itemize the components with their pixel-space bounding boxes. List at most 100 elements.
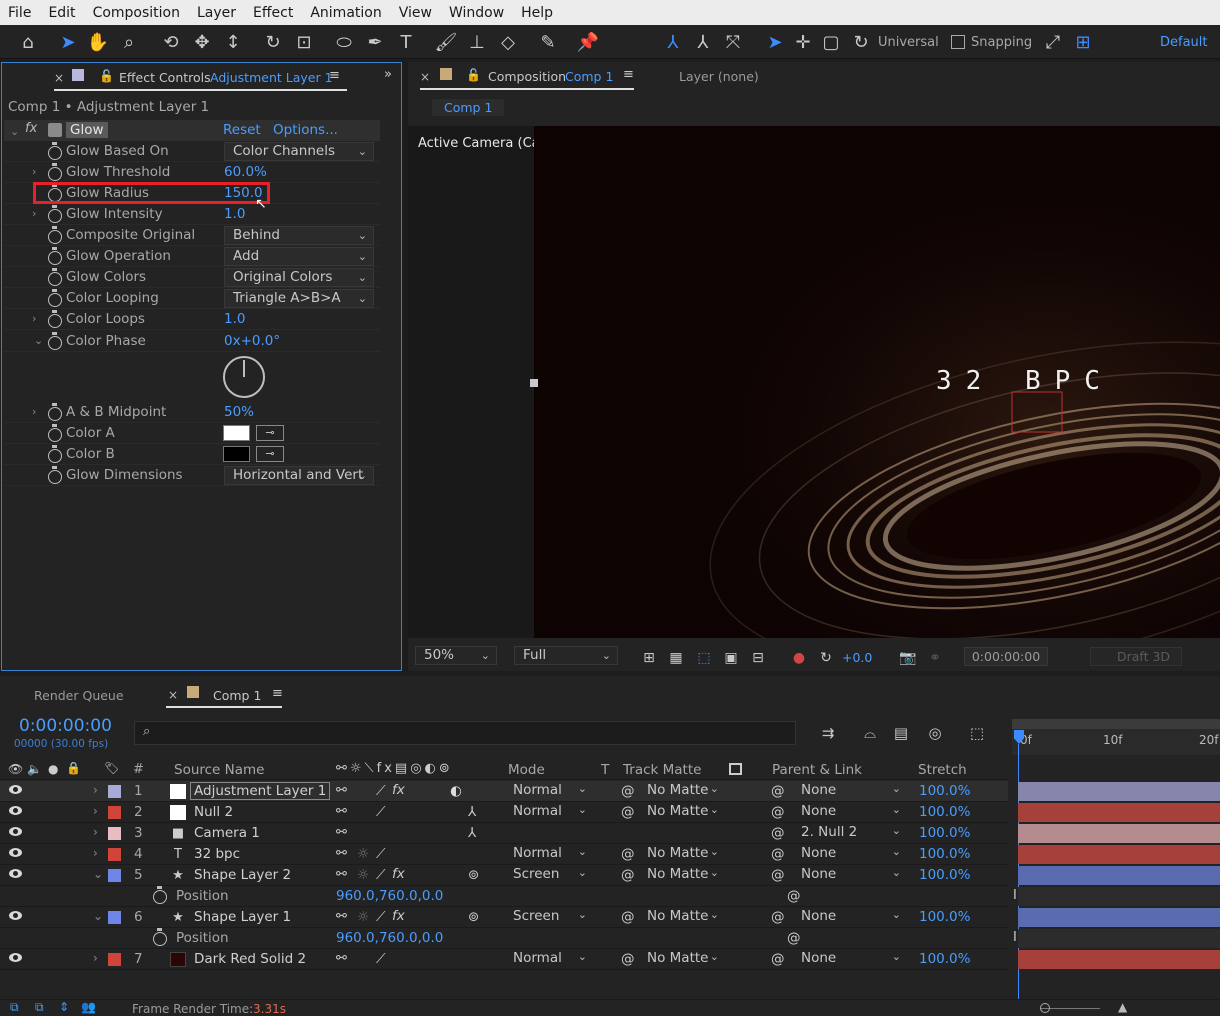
menu-layer[interactable]: Layer xyxy=(189,5,245,21)
snap-extend-icon[interactable]: ⤢ xyxy=(1040,29,1066,55)
parent-pickwhip-icon[interactable]: @ xyxy=(771,783,785,799)
render-queue-tab[interactable]: Render Queue xyxy=(34,688,124,703)
stretch-value[interactable]: 100.0% xyxy=(919,909,970,925)
layer-label-color[interactable] xyxy=(108,785,121,798)
chevron-right-icon[interactable]: › xyxy=(93,846,98,860)
parent-pickwhip-icon[interactable]: @ xyxy=(771,846,785,862)
matte-pickwhip-icon[interactable]: @ xyxy=(621,867,635,883)
layer-duration-bar[interactable] xyxy=(1018,950,1220,969)
comp-canvas[interactable]: 32 BPC xyxy=(534,126,1220,638)
stopwatch-icon[interactable] xyxy=(153,886,167,904)
fx-icon[interactable]: fx xyxy=(25,121,37,136)
adjustment-switch-icon[interactable]: ◐ xyxy=(450,783,462,799)
parent-dropdown[interactable]: None ⌄ xyxy=(801,782,901,801)
time-ruler[interactable]: 0f 10f 20f xyxy=(1012,729,1220,755)
chevron-down-icon[interactable]: ⌄ xyxy=(93,867,103,881)
menu-animation[interactable]: Animation xyxy=(302,5,390,21)
puppet-pin-icon[interactable]: 📌 xyxy=(575,29,601,55)
table-row[interactable]: › 2 Null 2 ⚯ ⟋ ⅄ Normal ⌄ @ No Matte ⌄ @ No… xyxy=(0,802,1008,823)
track-matte-dropdown[interactable]: No Matte ⌄ xyxy=(647,950,719,969)
stopwatch-icon[interactable] xyxy=(48,247,62,265)
track-matte-dropdown[interactable]: No Matte ⌄ xyxy=(647,803,719,822)
eye-icon[interactable] xyxy=(9,827,22,836)
property-value-glow-threshold[interactable]: 60.0% xyxy=(224,164,267,180)
fast-previews-icon[interactable]: ⊞ xyxy=(636,645,662,671)
chevron-right-icon[interactable]: › xyxy=(93,783,98,797)
menu-view[interactable]: View xyxy=(391,5,441,21)
effect-controls-layer-name[interactable]: Adjustment Layer 1 xyxy=(210,70,333,85)
property-dropdown-color-looping[interactable]: Triangle A>B>A ⌄ xyxy=(224,289,374,308)
quality-switch-icon[interactable]: ⟋ xyxy=(376,804,385,820)
zoom-tool-icon[interactable]: ⌕ xyxy=(116,29,142,55)
table-row[interactable]: › 1 Adjustment Layer 1 ⚯ ⟋ fx ◐ Normal ⌄ … xyxy=(0,781,1008,802)
stopwatch-icon[interactable] xyxy=(48,205,62,223)
current-time-display[interactable]: 0:00:00:00 xyxy=(964,647,1048,666)
channels-icon[interactable]: ● xyxy=(786,645,812,671)
position-value[interactable]: 960.0,760.0,0.0 xyxy=(336,930,443,946)
stopwatch-icon[interactable] xyxy=(48,403,62,421)
scale-3d-icon[interactable]: ▢ xyxy=(818,29,844,55)
menu-help[interactable]: Help xyxy=(513,5,562,21)
fx-icon[interactable]: fx xyxy=(392,782,405,798)
layer-label-color[interactable] xyxy=(108,869,121,882)
layer-duration-bar[interactable] xyxy=(1018,866,1220,885)
menu-window[interactable]: Window xyxy=(441,5,513,21)
layer-duration-bar[interactable] xyxy=(1018,824,1220,843)
orbit-camera-icon[interactable]: ⟲ xyxy=(158,29,184,55)
zoom-slider-handle[interactable] xyxy=(1040,1003,1050,1013)
work-area-bar[interactable] xyxy=(1012,719,1220,729)
table-row[interactable]: › 7 Dark Red Solid 2 ⚯ ⟋ Normal ⌄ @ No Mat… xyxy=(0,949,1008,970)
property-dropdown-composite-original[interactable]: Behind ⌄ xyxy=(224,226,374,245)
stretch-value[interactable]: 100.0% xyxy=(919,846,970,862)
stretch-value[interactable]: 100.0% xyxy=(919,783,970,799)
comp-mini-flowchart-icon[interactable]: ⇉ xyxy=(815,720,841,746)
eye-icon[interactable] xyxy=(9,869,22,878)
view-axis-icon[interactable]: ⤧ xyxy=(720,29,746,55)
lock-icon[interactable]: 🔓 xyxy=(466,68,481,82)
parent-dropdown[interactable]: None ⌄ xyxy=(801,866,901,885)
timeline-comp-tab[interactable]: Comp 1 xyxy=(213,688,261,703)
composition-tab-comp[interactable]: Comp 1 xyxy=(565,69,613,84)
draft-3d-button[interactable]: Draft 3D xyxy=(1090,647,1182,666)
eye-icon[interactable] xyxy=(9,911,22,920)
magnification-dropdown[interactable]: 50% ⌄ xyxy=(415,646,497,665)
shy-switch-icon[interactable]: ⚯ xyxy=(336,804,347,819)
layer-duration-bar[interactable] xyxy=(1018,845,1220,864)
layer-mode-dropdown[interactable]: Normal ⌄ xyxy=(513,803,587,822)
property-value-a-b-midpoint[interactable]: 50% xyxy=(224,404,254,420)
shy-switch-icon[interactable]: ⚯ xyxy=(336,825,347,840)
chevron-right-icon[interactable]: › xyxy=(93,951,98,965)
table-row[interactable]: › 3 ■ Camera 1 ⚯ ⅄ @ 2. Null 2 ⌄ 100.0% xyxy=(0,823,1008,844)
shy-switch-icon[interactable]: ⚯ xyxy=(336,783,347,798)
pan-camera-icon[interactable]: ✥ xyxy=(189,29,215,55)
property-dropdown-glow-based-on[interactable]: Color Channels ⌄ xyxy=(224,142,374,161)
quality-switch-icon[interactable]: ⟋ xyxy=(376,867,385,883)
stopwatch-icon[interactable] xyxy=(48,310,62,328)
effect-controls-tab-label[interactable]: Effect Controls xyxy=(119,70,211,85)
selection-tool-icon[interactable]: ➤ xyxy=(55,29,81,55)
parent-pickwhip-icon[interactable]: @ xyxy=(771,804,785,820)
snapshot-icon[interactable]: 📷 xyxy=(895,645,921,671)
region-of-interest-icon[interactable]: ⬚ xyxy=(691,645,717,671)
expression-pickwhip-icon[interactable]: @ xyxy=(787,930,801,946)
shy-layers-icon[interactable]: ⌓ xyxy=(857,720,883,746)
pen-tool-icon[interactable]: ✒ xyxy=(362,29,388,55)
layer-name[interactable]: Dark Red Solid 2 xyxy=(194,951,306,967)
panel-menu-icon[interactable]: ≡ xyxy=(623,67,634,82)
panel-menu-icon[interactable]: ≡ xyxy=(272,686,283,701)
quality-switch-icon[interactable]: ⟋ xyxy=(376,783,385,799)
layer-switches-icon[interactable]: ⧉ xyxy=(10,1000,19,1015)
ellipse-tool-icon[interactable]: ⬭ xyxy=(331,29,357,55)
table-row[interactable]: ⌄ 6 ★ Shape Layer 1 ⚯ ⟋ fx ☼ ⊚ Screen ⌄ @… xyxy=(0,907,1008,928)
keyframe-marker-icon[interactable]: I xyxy=(1013,930,1017,945)
property-value-glow-intensity[interactable]: 1.0 xyxy=(224,206,245,222)
parent-dropdown[interactable]: None ⌄ xyxy=(801,950,901,969)
eyedropper-icon[interactable]: ⊸ xyxy=(256,446,284,462)
hand-tool-icon[interactable]: ✋ xyxy=(85,29,111,55)
stretch-value[interactable]: 100.0% xyxy=(919,825,970,841)
world-axis-icon[interactable]: ⅄ xyxy=(690,29,716,55)
menu-composition[interactable]: Composition xyxy=(85,5,189,21)
grid-guides-icon[interactable]: ⊟ xyxy=(745,645,771,671)
reset-link[interactable]: Reset xyxy=(223,122,261,138)
layer-label-color[interactable] xyxy=(108,806,121,819)
